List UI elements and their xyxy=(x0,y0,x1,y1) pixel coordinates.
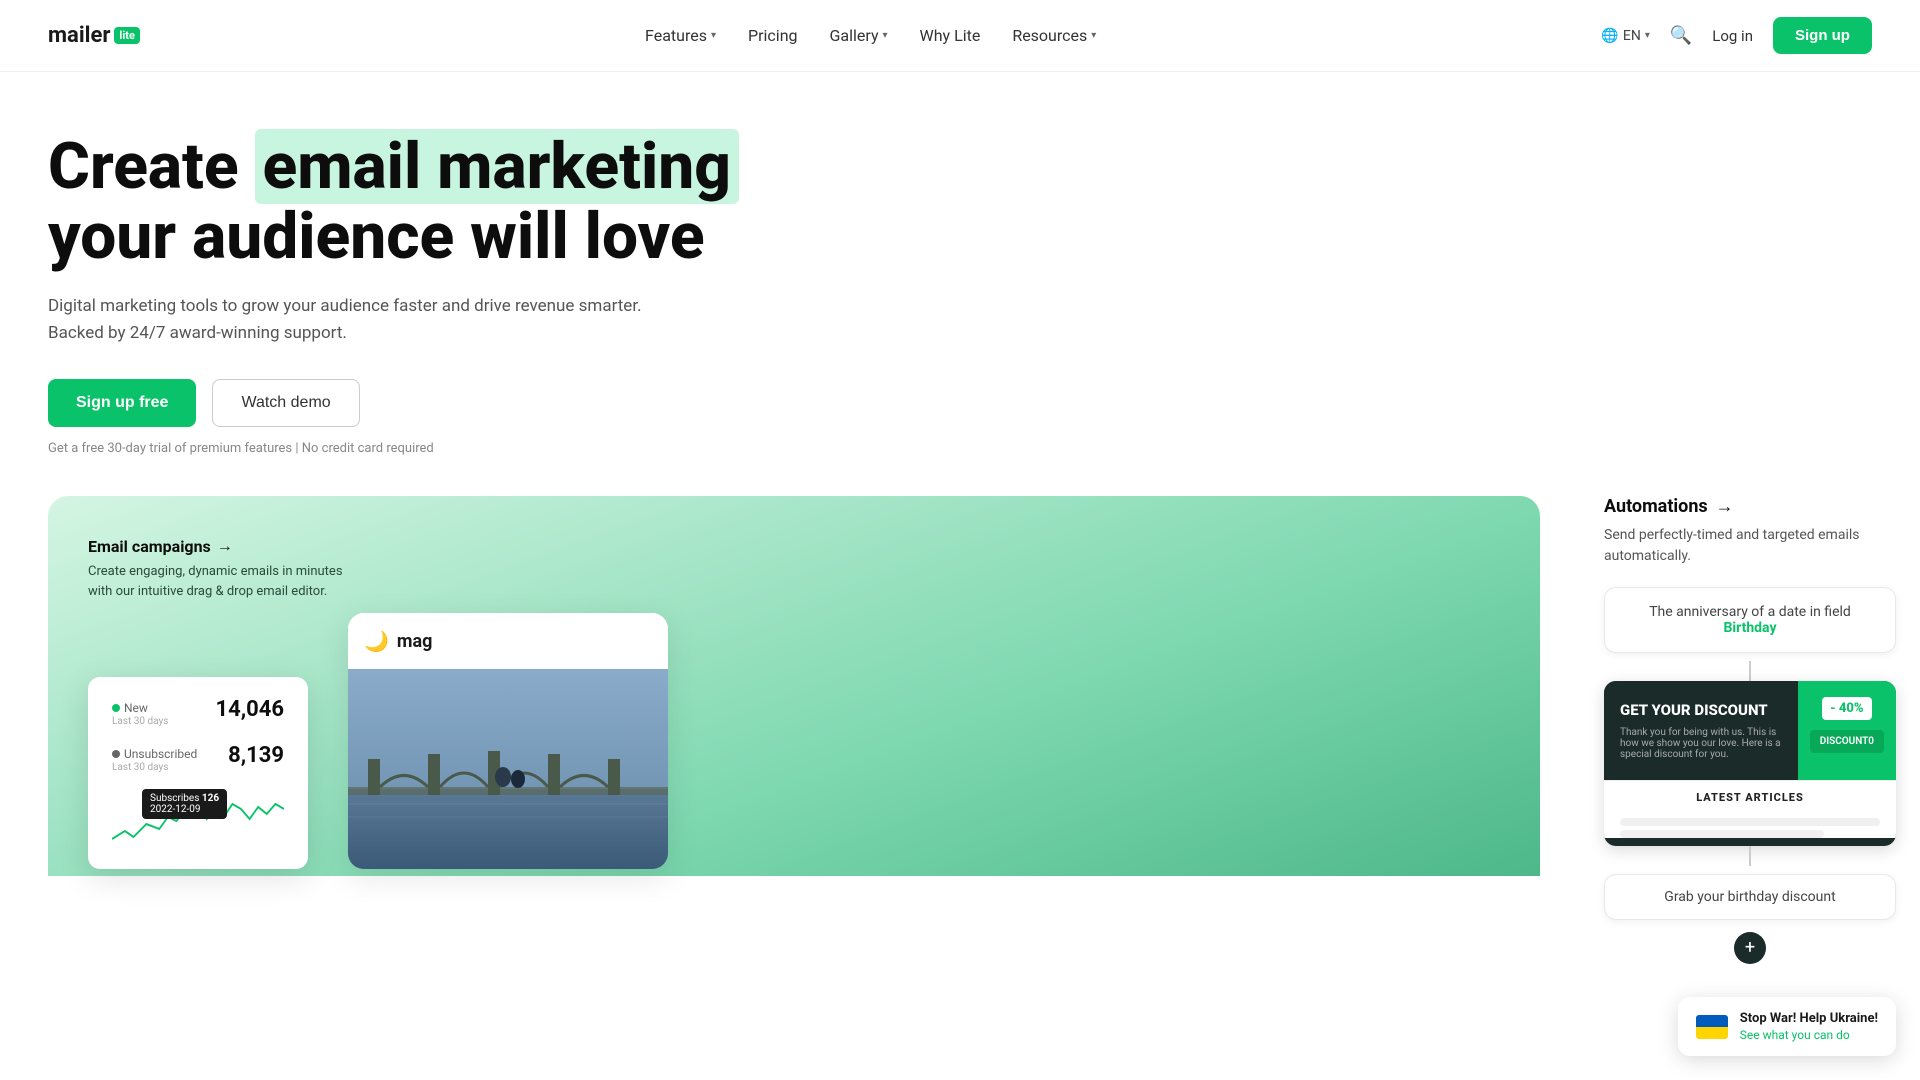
chevron-down-icon: ▾ xyxy=(883,30,888,41)
logo[interactable]: mailer lite xyxy=(48,23,140,48)
hero-subtext: Digital marketing tools to grow your aud… xyxy=(48,293,688,347)
chevron-down-icon: ▾ xyxy=(711,30,716,41)
logo-text: mailer xyxy=(48,23,110,48)
articles-line-2 xyxy=(1620,830,1824,838)
email-preview-card: 🌙 mag xyxy=(348,613,668,869)
login-link[interactable]: Log in xyxy=(1712,27,1753,45)
connector-line xyxy=(1749,661,1751,681)
hero-buttons: Sign up free Watch demo xyxy=(48,379,852,427)
arrow-icon: → xyxy=(217,536,233,556)
language-selector[interactable]: 🌐 EN ▾ xyxy=(1601,28,1649,44)
chevron-down-icon: ▾ xyxy=(1091,30,1096,41)
automations-panel: Automations → Send perfectly-timed and t… xyxy=(1580,496,1920,964)
nav-resources[interactable]: Resources ▾ xyxy=(1012,26,1096,45)
main-content: Automations → Send perfectly-timed and t… xyxy=(0,496,1920,876)
mag-brand: mag xyxy=(397,631,433,652)
promo-title: GET YOUR DISCOUNT xyxy=(1620,701,1782,721)
logo-badge: lite xyxy=(114,27,140,44)
hero-heading: Create email marketing your audience wil… xyxy=(48,132,852,273)
nav-links: Features ▾ Pricing Gallery ▾ Why Lite Re… xyxy=(645,26,1096,45)
signup-button[interactable]: Sign up xyxy=(1773,17,1872,54)
automations-description: Send perfectly-timed and targeted emails… xyxy=(1604,525,1896,567)
new-count: 14,046 xyxy=(215,697,284,722)
new-dot xyxy=(112,704,120,712)
ukraine-flag xyxy=(1696,1015,1728,1039)
email-preview-image xyxy=(348,669,668,869)
add-step-button[interactable]: + xyxy=(1734,932,1766,964)
chart-area: Subscribes 126 2022-12-09 xyxy=(112,789,284,849)
stats-card: New Last 30 days 14,046 Unsubscribed Las… xyxy=(88,677,308,869)
birthday-highlight: Birthday xyxy=(1723,620,1776,636)
subscribe-tooltip: Subscribes 126 2022-12-09 xyxy=(142,789,227,819)
campaign-description: Create engaging, dynamic emails in minut… xyxy=(88,562,368,601)
discount-badge: - 40% xyxy=(1822,697,1871,720)
automations-title: Automations → xyxy=(1604,496,1896,517)
chevron-down-icon: ▾ xyxy=(1645,30,1650,41)
green-feature-card: Email campaigns → Create engaging, dynam… xyxy=(48,496,1540,876)
nav-why-lite[interactable]: Why Lite xyxy=(920,26,981,45)
hero-visuals: Email campaigns → Create engaging, dynam… xyxy=(48,496,1540,876)
nav-gallery[interactable]: Gallery ▾ xyxy=(830,26,888,45)
ukraine-banner: Stop War! Help Ukraine! See what you can… xyxy=(1678,997,1896,1056)
nav-pricing[interactable]: Pricing xyxy=(748,26,798,45)
navbar: mailer lite Features ▾ Pricing Gallery ▾… xyxy=(0,0,1920,72)
hero-note: Get a free 30-day trial of premium featu… xyxy=(48,441,852,456)
discount-code: DISCOUNT0 xyxy=(1810,730,1884,753)
moon-icon: 🌙 xyxy=(364,629,389,653)
trigger-card: The anniversary of a date in field Birth… xyxy=(1604,587,1896,653)
nav-actions: 🌐 EN ▾ 🔍 Log in Sign up xyxy=(1601,17,1872,54)
articles-line-1 xyxy=(1620,818,1880,826)
ukraine-link[interactable]: See what you can do xyxy=(1740,1028,1878,1042)
grab-card: Grab your birthday discount xyxy=(1604,874,1896,920)
globe-icon: 🌐 xyxy=(1601,28,1618,44)
promo-desc: Thank you for being with us. This is how… xyxy=(1620,727,1782,760)
email-promo-card: GET YOUR DISCOUNT Thank you for being wi… xyxy=(1604,681,1896,846)
unsub-dot xyxy=(112,750,120,758)
bridge-illustration xyxy=(348,669,668,869)
hero-demo-button[interactable]: Watch demo xyxy=(212,379,359,427)
articles-title: LATEST ARTICLES xyxy=(1604,780,1896,814)
ukraine-title: Stop War! Help Ukraine! xyxy=(1740,1011,1878,1026)
hero-section: Create email marketing your audience wil… xyxy=(0,72,900,456)
campaign-label: Email campaigns → xyxy=(88,536,1500,556)
search-icon[interactable]: 🔍 xyxy=(1670,25,1692,46)
arrow-icon: → xyxy=(1716,496,1734,517)
hero-signup-button[interactable]: Sign up free xyxy=(48,379,196,427)
nav-features[interactable]: Features ▾ xyxy=(645,26,716,45)
connector-line-2 xyxy=(1749,846,1751,866)
unsub-count: 8,139 xyxy=(228,743,284,768)
